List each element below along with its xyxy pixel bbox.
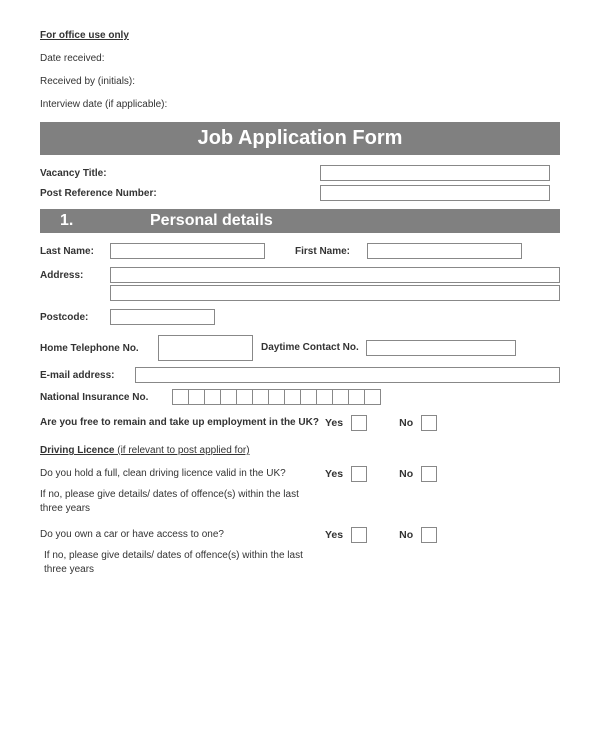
nino-box[interactable] [204, 389, 221, 405]
address-label: Address: [40, 270, 110, 281]
vacancy-title-label: Vacancy Title: [40, 168, 190, 179]
daytime-contact-label: Daytime Contact No. [261, 342, 366, 354]
driving-licence-header: Driving Licence (if relevant to post app… [40, 445, 560, 456]
email-field[interactable] [135, 367, 560, 383]
post-ref-label: Post Reference Number: [40, 188, 190, 199]
own-car-text: Do you own a car or have access to one? [40, 528, 325, 542]
full-licence-text: Do you hold a full, clean driving licenc… [40, 467, 325, 481]
name-row: Last Name: First Name: [40, 243, 560, 259]
section-1-number: 1. [60, 212, 150, 230]
yes-label: Yes [325, 529, 343, 541]
form-title: Job Application Form [40, 122, 560, 155]
nino-box[interactable] [220, 389, 237, 405]
own-car-question: Do you own a car or have access to one? … [40, 527, 560, 543]
nino-box[interactable] [236, 389, 253, 405]
yes-label: Yes [325, 468, 343, 480]
nino-box[interactable] [268, 389, 285, 405]
section-1-bar: 1. Personal details [40, 209, 560, 233]
licence-yes-checkbox[interactable] [351, 466, 367, 482]
licence-detail-note: If no, please give details/ dates of off… [40, 488, 300, 515]
driving-licence-title: Driving Licence [40, 445, 114, 456]
email-label: E-mail address: [40, 370, 135, 381]
uk-no-checkbox[interactable] [421, 415, 437, 431]
nino-box[interactable] [188, 389, 205, 405]
nino-boxes [172, 389, 381, 405]
uk-employment-question: Are you free to remain and take up emplo… [40, 415, 560, 431]
post-ref-field[interactable] [320, 185, 550, 201]
nino-row: National Insurance No. [40, 389, 560, 405]
post-ref-row: Post Reference Number: [40, 185, 560, 201]
email-row: E-mail address: [40, 367, 560, 383]
car-detail-note: If no, please give details/ dates of off… [44, 549, 304, 576]
yes-label: Yes [325, 417, 343, 429]
licence-no-checkbox[interactable] [421, 466, 437, 482]
telephone-row: Home Telephone No. Daytime Contact No. [40, 335, 560, 361]
uk-employment-text: Are you free to remain and take up emplo… [40, 416, 325, 430]
vacancy-title-field[interactable] [320, 165, 550, 181]
last-name-field[interactable] [110, 243, 265, 259]
no-label: No [399, 468, 413, 480]
application-form: For office use only Date received: Recei… [0, 0, 600, 608]
daytime-contact-field[interactable] [366, 340, 516, 356]
date-received-label: Date received: [40, 53, 560, 64]
section-1-title: Personal details [150, 212, 273, 230]
first-name-label: First Name: [295, 246, 367, 257]
address-field-1[interactable] [110, 267, 560, 283]
vacancy-title-row: Vacancy Title: [40, 165, 560, 181]
nino-box[interactable] [348, 389, 365, 405]
nino-box[interactable] [364, 389, 381, 405]
no-label: No [399, 417, 413, 429]
office-use-header: For office use only [40, 30, 560, 41]
nino-box[interactable] [316, 389, 333, 405]
address-row-1: Address: [40, 267, 560, 283]
nino-box[interactable] [332, 389, 349, 405]
nino-box[interactable] [300, 389, 317, 405]
car-yes-checkbox[interactable] [351, 527, 367, 543]
nino-box[interactable] [172, 389, 189, 405]
nino-label: National Insurance No. [40, 392, 172, 403]
no-label: No [399, 529, 413, 541]
home-tel-field[interactable] [158, 335, 253, 361]
last-name-label: Last Name: [40, 246, 110, 257]
first-name-field[interactable] [367, 243, 522, 259]
uk-yes-checkbox[interactable] [351, 415, 367, 431]
home-tel-label: Home Telephone No. [40, 343, 158, 354]
nino-box[interactable] [252, 389, 269, 405]
postcode-field[interactable] [110, 309, 215, 325]
driving-licence-note: (if relevant to post applied for) [114, 445, 249, 456]
postcode-label: Postcode: [40, 312, 110, 323]
address-field-2[interactable] [110, 285, 560, 301]
address-row-2 [40, 285, 560, 301]
nino-box[interactable] [284, 389, 301, 405]
interview-date-label: Interview date (if applicable): [40, 99, 560, 110]
postcode-row: Postcode: [40, 309, 560, 325]
car-no-checkbox[interactable] [421, 527, 437, 543]
full-licence-question: Do you hold a full, clean driving licenc… [40, 466, 560, 482]
received-by-label: Received by (initials): [40, 76, 560, 87]
